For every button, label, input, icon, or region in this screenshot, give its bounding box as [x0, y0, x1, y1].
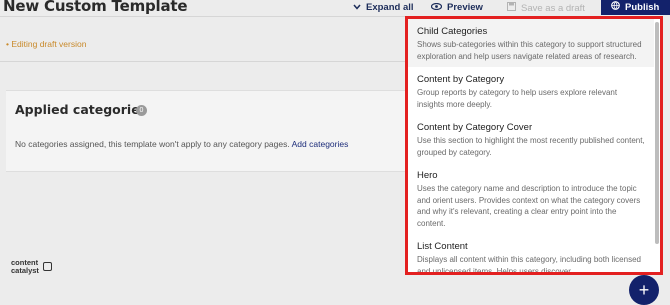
- save-draft-button[interactable]: Save as a draft: [507, 2, 585, 14]
- dropdown-scrollbar[interactable]: [655, 22, 659, 244]
- content-catalyst-logo: content catalyst: [11, 259, 39, 275]
- count-badge: 0: [136, 105, 147, 116]
- section-type-dropdown[interactable]: Child Categories Shows sub-categories wi…: [405, 16, 663, 275]
- divider: [0, 61, 405, 62]
- item-name: Content by Category: [417, 74, 505, 85]
- item-description: Group reports by category to help users …: [417, 88, 618, 109]
- preview-button[interactable]: Preview: [430, 2, 483, 13]
- expand-all-button[interactable]: Expand all: [353, 2, 414, 13]
- add-section-button[interactable]: +: [629, 275, 659, 305]
- item-name: Hero: [417, 170, 438, 181]
- dropdown-list: Child Categories Shows sub-categories wi…: [408, 19, 654, 272]
- empty-state-text: No categories assigned, this template wo…: [15, 139, 348, 149]
- preview-label: Preview: [447, 2, 483, 13]
- logo-line-2: catalyst: [11, 266, 39, 275]
- item-name: Content by Category Cover: [417, 122, 533, 133]
- draft-status: • Editing draft version: [6, 39, 87, 49]
- dropdown-item-content-by-category-cover[interactable]: Content by Category Cover Use this secti…: [408, 115, 654, 163]
- globe-icon: [611, 1, 620, 13]
- publish-button[interactable]: Publish: [601, 0, 670, 15]
- save-icon: [507, 2, 516, 14]
- item-description: Displays all content within this categor…: [417, 255, 641, 272]
- dropdown-item-content-by-category[interactable]: Content by Category Group reports by cat…: [408, 67, 654, 115]
- item-name: Child Categories: [417, 26, 488, 37]
- add-categories-link[interactable]: Add categories: [292, 139, 349, 149]
- dropdown-item-list-content[interactable]: List Content Displays all content within…: [408, 234, 654, 272]
- top-toolbar: New Custom Template Expand all Preview S…: [0, 0, 670, 16]
- dropdown-item-hero[interactable]: Hero Uses the category name and descript…: [408, 163, 654, 234]
- dropdown-item-child-categories[interactable]: Child Categories Shows sub-categories wi…: [408, 19, 654, 67]
- applied-categories-card: Applied categories 0 No categories assig…: [6, 90, 416, 172]
- logo-mark-icon: [43, 262, 52, 271]
- item-description: Uses the category name and description t…: [417, 184, 641, 228]
- item-description: Use this section to highlight the most r…: [417, 136, 645, 157]
- empty-state-message: No categories assigned, this template wo…: [15, 139, 290, 149]
- applied-categories-title: Applied categories: [15, 102, 148, 117]
- save-draft-label: Save as a draft: [521, 2, 585, 14]
- item-name: List Content: [417, 241, 468, 252]
- publish-label: Publish: [625, 1, 660, 13]
- expand-all-label: Expand all: [366, 2, 414, 13]
- eye-icon: [430, 2, 443, 13]
- divider: [0, 16, 405, 17]
- chevron-down-icon: [353, 2, 361, 13]
- page-title: New Custom Template: [3, 0, 188, 15]
- item-description: Shows sub-categories within this categor…: [417, 40, 642, 61]
